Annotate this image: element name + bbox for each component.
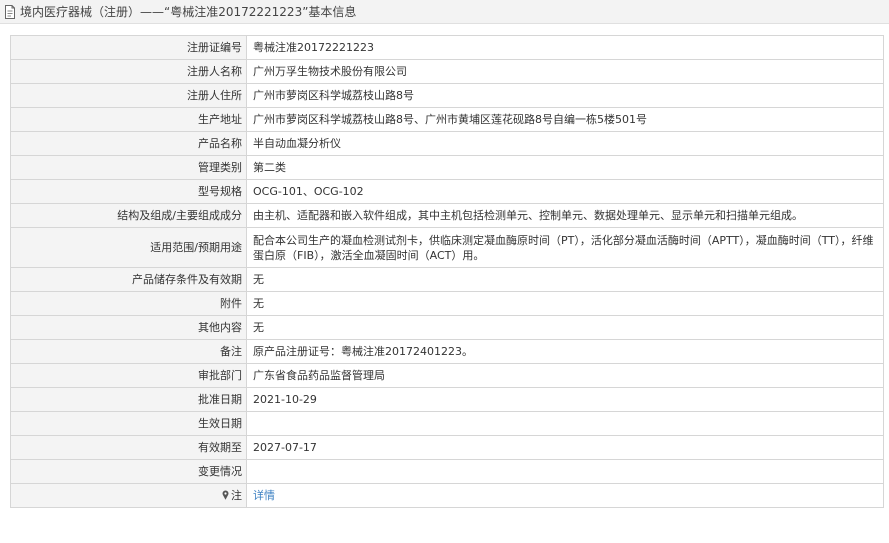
- page-title: 境内医疗器械（注册）——“粤械注准20172221223”基本信息: [20, 5, 357, 19]
- row-value: 2027-07-17: [246, 435, 884, 460]
- table-row: 型号规格 OCG-101、OCG-102: [10, 179, 884, 204]
- table-row: 备注 原产品注册证号：粤械注准20172401223。: [10, 339, 884, 364]
- table-row: 管理类别 第二类: [10, 155, 884, 180]
- details-link[interactable]: 详情: [253, 489, 275, 502]
- row-label: 附件: [10, 291, 247, 316]
- table-row: 变更情况: [10, 459, 884, 484]
- row-label: 结构及组成/主要组成成分: [10, 203, 247, 228]
- row-label: 生产地址: [10, 107, 247, 132]
- row-value: 广州市萝岗区科学城荔枝山路8号: [246, 83, 884, 108]
- note-label: 注: [231, 489, 242, 502]
- row-value: 广州市萝岗区科学城荔枝山路8号、广州市黄埔区莲花砚路8号自编一栋5楼501号: [246, 107, 884, 132]
- row-label: 备注: [10, 339, 247, 364]
- row-label: 型号规格: [10, 179, 247, 204]
- table-row: 注册证编号 粤械注准20172221223: [10, 35, 884, 60]
- table-row: 审批部门 广东省食品药品监督管理局: [10, 363, 884, 388]
- page-header: 境内医疗器械（注册）——“粤械注准20172221223”基本信息: [0, 0, 889, 24]
- table-row: 注册人住所 广州市萝岗区科学城荔枝山路8号: [10, 83, 884, 108]
- row-value: 广州万孚生物技术股份有限公司: [246, 59, 884, 84]
- table-row: 生效日期: [10, 411, 884, 436]
- row-label: 管理类别: [10, 155, 247, 180]
- row-label: 批准日期: [10, 387, 247, 412]
- device-info-table: 注册证编号 粤械注准20172221223 注册人名称 广州万孚生物技术股份有限…: [10, 35, 884, 508]
- row-value: 半自动血凝分析仪: [246, 131, 884, 156]
- row-label: 注册人住所: [10, 83, 247, 108]
- row-label: 审批部门: [10, 363, 247, 388]
- row-value: [246, 459, 884, 484]
- row-value: 由主机、适配器和嵌入软件组成，其中主机包括检测单元、控制单元、数据处理单元、显示…: [246, 203, 884, 228]
- table-row: 有效期至 2027-07-17: [10, 435, 884, 460]
- row-label: 产品储存条件及有效期: [10, 267, 247, 292]
- row-label: 适用范围/预期用途: [10, 227, 247, 268]
- row-value: 广东省食品药品监督管理局: [246, 363, 884, 388]
- row-label: 产品名称: [10, 131, 247, 156]
- table-row: 批准日期 2021-10-29: [10, 387, 884, 412]
- table-row: 产品名称 半自动血凝分析仪: [10, 131, 884, 156]
- note-value-cell: 详情: [246, 483, 884, 508]
- row-value: 原产品注册证号：粤械注准20172401223。: [246, 339, 884, 364]
- row-value: 无: [246, 291, 884, 316]
- row-value: OCG-101、OCG-102: [246, 179, 884, 204]
- note-label-cell: 注: [10, 483, 247, 508]
- row-label: 注册人名称: [10, 59, 247, 84]
- table-row: 生产地址 广州市萝岗区科学城荔枝山路8号、广州市黄埔区莲花砚路8号自编一栋5楼5…: [10, 107, 884, 132]
- document-icon: [5, 4, 15, 19]
- table-row: 适用范围/预期用途 配合本公司生产的凝血检测试剂卡，供临床测定凝血酶原时间（PT…: [10, 227, 884, 268]
- row-value: 粤械注准20172221223: [246, 35, 884, 60]
- row-label: 生效日期: [10, 411, 247, 436]
- row-value: 无: [246, 315, 884, 340]
- row-value: 配合本公司生产的凝血检测试剂卡，供临床测定凝血酶原时间（PT），活化部分凝血活酶…: [246, 227, 884, 268]
- row-value: 无: [246, 267, 884, 292]
- row-value: 2021-10-29: [246, 387, 884, 412]
- table-row: 结构及组成/主要组成成分 由主机、适配器和嵌入软件组成，其中主机包括检测单元、控…: [10, 203, 884, 228]
- table-row: 产品储存条件及有效期 无: [10, 267, 884, 292]
- row-label: 变更情况: [10, 459, 247, 484]
- table-row: 其他内容 无: [10, 315, 884, 340]
- table-row: 注册人名称 广州万孚生物技术股份有限公司: [10, 59, 884, 84]
- row-value: 第二类: [246, 155, 884, 180]
- row-label: 注册证编号: [10, 35, 247, 60]
- note-row: 注 详情: [10, 483, 884, 508]
- row-label: 有效期至: [10, 435, 247, 460]
- row-label: 其他内容: [10, 315, 247, 340]
- row-value: [246, 411, 884, 436]
- table-row: 附件 无: [10, 291, 884, 316]
- pin-icon: [222, 490, 229, 500]
